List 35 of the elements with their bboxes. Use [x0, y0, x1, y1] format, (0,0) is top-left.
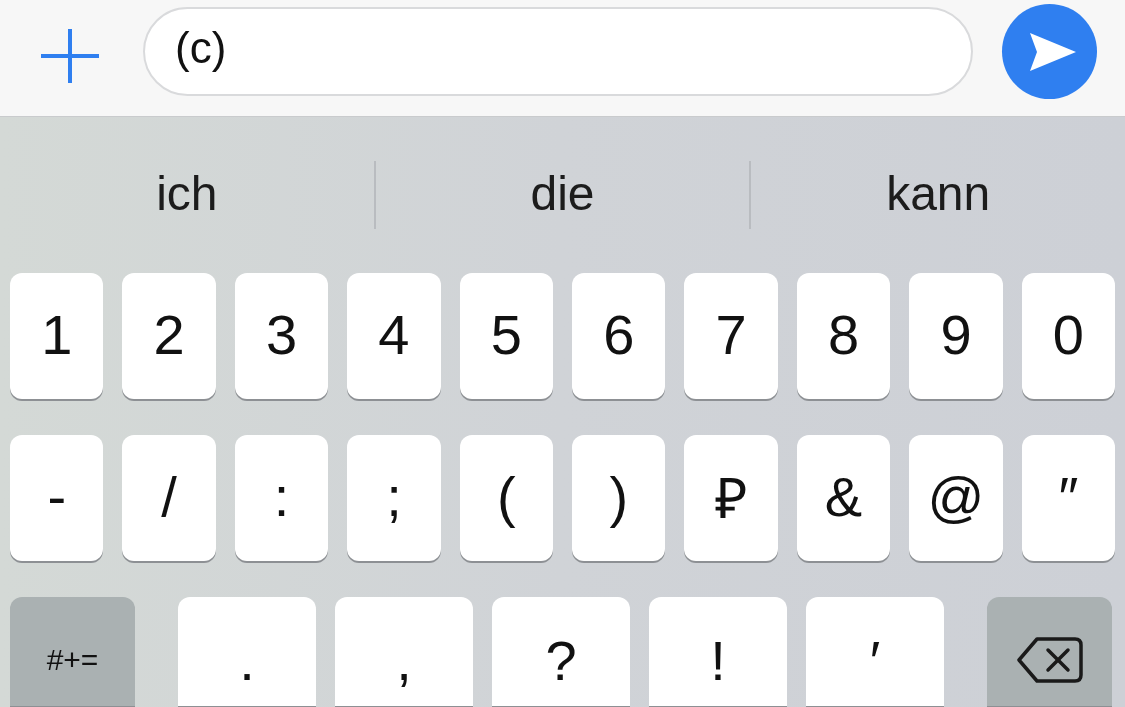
- keyboard-key[interactable]: ₽: [684, 435, 778, 561]
- keyboard-key[interactable]: 7: [684, 273, 778, 399]
- delete-key[interactable]: [987, 597, 1112, 706]
- keyboard-key[interactable]: 9: [909, 273, 1003, 399]
- symbols-key[interactable]: #+=: [10, 597, 135, 706]
- keyboard-key[interactable]: (: [459, 435, 554, 561]
- keyboard-key[interactable]: 8: [796, 273, 891, 399]
- keyboard-key[interactable]: 0: [1021, 273, 1116, 399]
- plus-icon: [41, 29, 99, 83]
- keyboard-key[interactable]: :: [234, 435, 329, 561]
- keyboard-key[interactable]: 4: [347, 273, 441, 399]
- send-icon: [1029, 32, 1076, 71]
- suggestion-item[interactable]: kann: [886, 165, 991, 221]
- keyboard-key[interactable]: 3: [234, 273, 329, 399]
- suggestion-item[interactable]: die: [530, 165, 595, 221]
- keyboard-key[interactable]: .: [178, 597, 316, 706]
- keyboard-key[interactable]: !: [649, 597, 787, 706]
- keyboard-key[interactable]: /: [122, 435, 216, 561]
- suggestion-item[interactable]: ich: [156, 165, 218, 221]
- keyboard-key[interactable]: ′: [806, 597, 944, 706]
- keyboard-key[interactable]: 5: [459, 273, 554, 399]
- keyboard-key[interactable]: ,: [335, 597, 473, 706]
- message-input[interactable]: (c): [143, 6, 973, 96]
- add-button[interactable]: [41, 29, 99, 83]
- keyboard-key[interactable]: &: [796, 435, 891, 561]
- keyboard-key[interactable]: ″: [1021, 435, 1116, 561]
- keyboard-key[interactable]: @: [909, 435, 1003, 561]
- backspace-icon: [1016, 637, 1083, 683]
- keyboard-key[interactable]: 2: [122, 273, 216, 399]
- keyboard-key[interactable]: -: [10, 435, 104, 561]
- keyboard-key[interactable]: 1: [10, 273, 104, 399]
- keyboard-key[interactable]: ): [572, 435, 666, 561]
- keyboard-key[interactable]: ;: [347, 435, 441, 561]
- keyboard-key[interactable]: 6: [572, 273, 666, 399]
- keyboard-key[interactable]: ?: [492, 597, 630, 706]
